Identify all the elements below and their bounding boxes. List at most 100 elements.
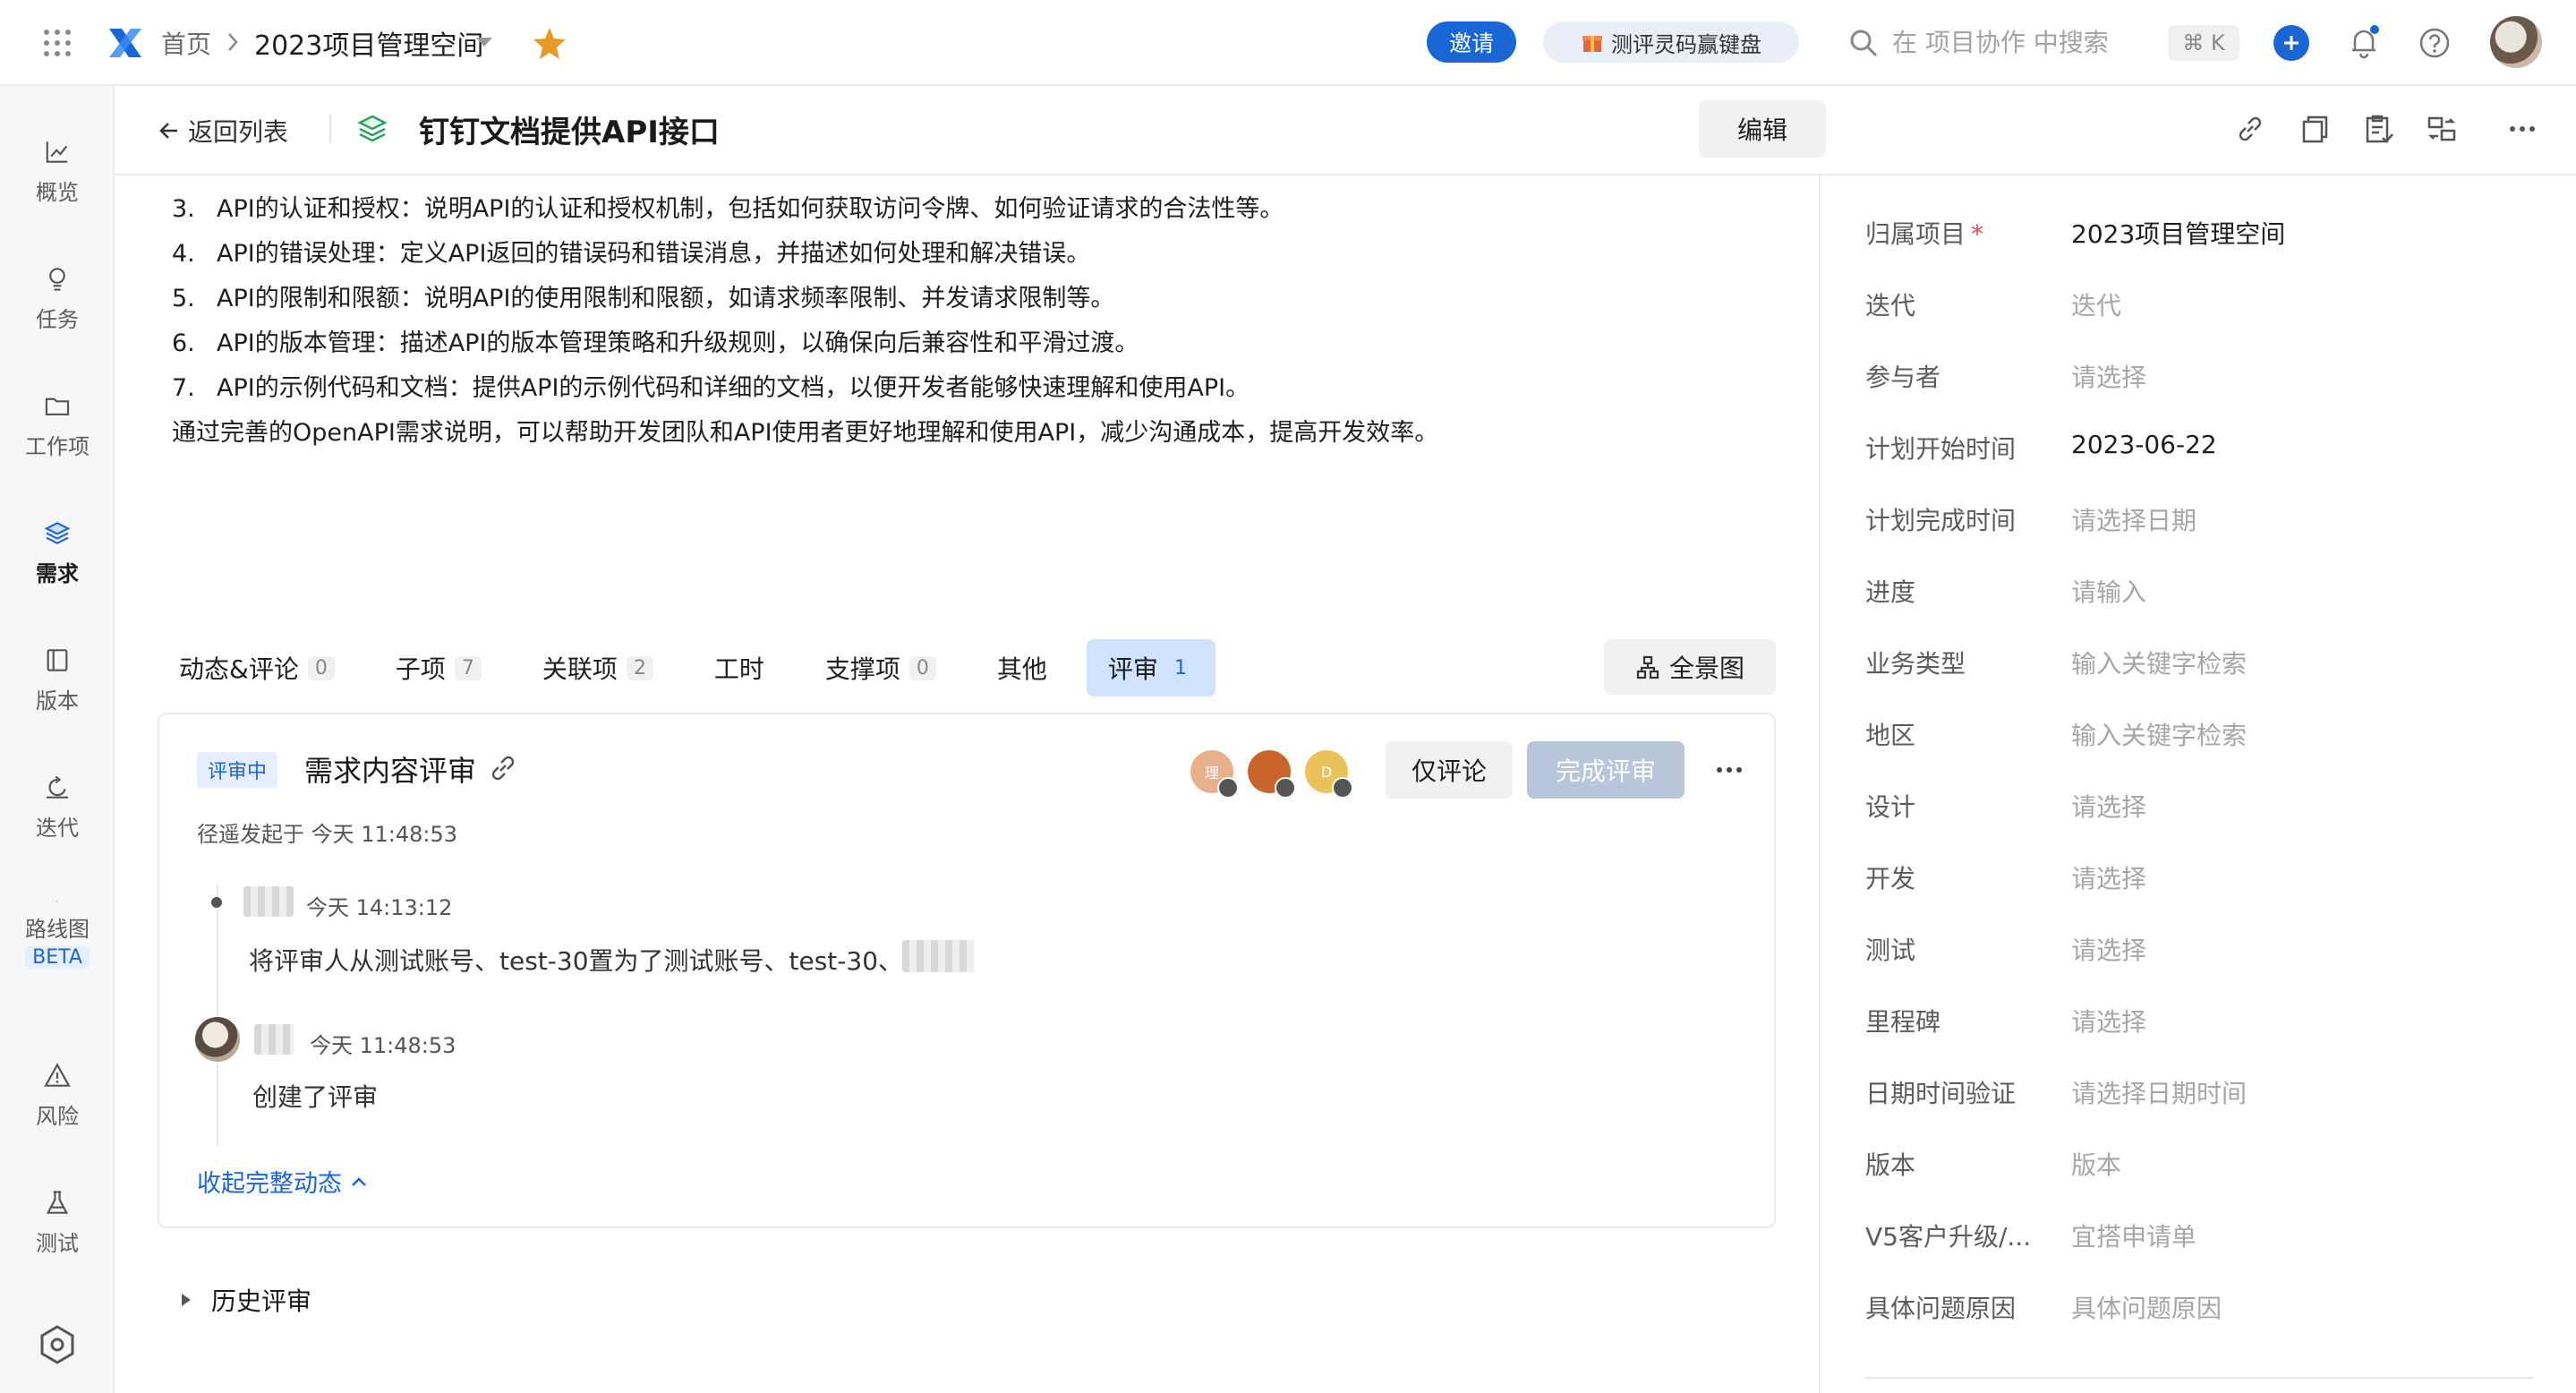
settings-icon[interactable] bbox=[34, 1321, 81, 1368]
folder-icon bbox=[45, 397, 70, 416]
caret-down-icon[interactable] bbox=[474, 36, 494, 48]
nav-label: 版本 bbox=[36, 688, 79, 714]
tab-worktime[interactable]: 工时 bbox=[693, 639, 786, 696]
convert-icon[interactable] bbox=[2424, 111, 2460, 147]
field-value[interactable]: 请选择日期 bbox=[2071, 501, 2196, 537]
search-icon bbox=[1850, 30, 1878, 57]
plus-icon bbox=[2284, 36, 2299, 50]
clock-icon bbox=[1332, 777, 1353, 799]
field-value[interactable]: 版本 bbox=[2071, 1146, 2121, 1182]
space-name[interactable]: 2023项目管理空间 bbox=[254, 23, 483, 63]
field-value[interactable]: 迭代 bbox=[2071, 286, 2121, 322]
bell-icon[interactable] bbox=[2345, 23, 2383, 61]
clock-icon bbox=[1275, 777, 1296, 799]
right-panel-divider bbox=[1819, 174, 1821, 1393]
field-label: 开发 bbox=[1865, 864, 1916, 893]
nav-label: 任务 bbox=[36, 307, 79, 332]
list-item: 6. API的版本管理：描述API的版本管理策略和升级规则，以确保向后兼容性和平滑… bbox=[172, 329, 1139, 357]
collapse-activity-link[interactable]: 收起完整动态 bbox=[197, 1164, 369, 1199]
field-label: 地区 bbox=[1865, 721, 1916, 750]
tab-review[interactable]: 评审 1 bbox=[1086, 639, 1215, 696]
field-label: 计划完成时间 bbox=[1865, 506, 2017, 535]
chart-line-icon bbox=[46, 141, 68, 163]
field-label: 归属项目 * bbox=[1865, 219, 1984, 249]
link-icon[interactable] bbox=[487, 752, 519, 784]
gift-icon bbox=[1582, 36, 1602, 52]
comment-only-button[interactable]: 仅评论 bbox=[1386, 741, 1513, 799]
event-time: 今天 11:48:53 bbox=[310, 1033, 456, 1058]
history-review-toggle[interactable]: 历史评审 bbox=[179, 1282, 311, 1318]
field-value[interactable]: 具体问题原因 bbox=[2071, 1289, 2222, 1325]
nav-label: 需求 bbox=[36, 561, 79, 586]
reviewer-avatar[interactable] bbox=[1248, 750, 1296, 799]
field-value[interactable]: 请选择日期时间 bbox=[2071, 1074, 2247, 1110]
field-value[interactable]: 请选择 bbox=[2071, 1003, 2146, 1038]
link-icon[interactable] bbox=[2232, 111, 2268, 147]
tab-support[interactable]: 支撑项 0 bbox=[804, 639, 958, 696]
edit-button[interactable]: 编辑 bbox=[1699, 100, 1826, 158]
nav-item-testing[interactable]: 测试 bbox=[0, 1149, 115, 1257]
more-icon[interactable] bbox=[2504, 111, 2540, 147]
status-badge: 评审中 bbox=[197, 752, 278, 788]
star-icon[interactable] bbox=[532, 25, 567, 61]
right-panel-bottom-border bbox=[1865, 1377, 2533, 1379]
field-value[interactable]: 请选择 bbox=[2071, 931, 2146, 967]
nav-item-versions[interactable]: 版本 bbox=[0, 607, 115, 714]
overview-map-button[interactable]: 全景图 bbox=[1604, 639, 1776, 695]
field-value[interactable]: 2023-06-22 bbox=[2071, 430, 2217, 459]
field-value[interactable]: 请选择 bbox=[2071, 358, 2146, 394]
tab-count: 0 bbox=[908, 655, 936, 680]
arrow-left-icon bbox=[159, 123, 177, 139]
back-label: 返回列表 bbox=[188, 117, 289, 147]
help-icon[interactable] bbox=[2417, 25, 2452, 61]
nav-item-iterations[interactable]: 迭代 bbox=[0, 734, 115, 842]
nav-label: 工作项 bbox=[25, 434, 90, 459]
tab-activity[interactable]: 动态&评论 0 bbox=[158, 639, 356, 696]
field-value[interactable]: 宜搭申请单 bbox=[2071, 1218, 2196, 1253]
reviewer-avatar[interactable]: 理 bbox=[1190, 750, 1239, 799]
reviewer-avatar[interactable]: D bbox=[1305, 750, 1353, 799]
field-value[interactable]: 请选择 bbox=[2071, 788, 2146, 824]
nav-item-requirements[interactable]: 需求 bbox=[0, 480, 115, 587]
list-item: 3. API的认证和授权：说明API的认证和授权机制，包括如何获取访问令牌、如何验… bbox=[172, 195, 1284, 223]
tab-related[interactable]: 关联项 2 bbox=[521, 639, 675, 696]
list-item: 4. API的错误处理：定义API返回的错误码和错误消息，并描述如何处理和解决错误… bbox=[172, 240, 1091, 268]
field-label: 日期时间验证 bbox=[1865, 1079, 2017, 1108]
bulb-icon bbox=[49, 268, 65, 291]
header-border bbox=[115, 174, 2576, 175]
tab-subitems[interactable]: 子项 7 bbox=[374, 639, 503, 696]
nav-item-overview[interactable]: 概览 bbox=[0, 98, 115, 206]
clock-icon bbox=[1217, 777, 1239, 799]
product-logo-icon[interactable] bbox=[106, 23, 145, 63]
nav-item-tasks[interactable]: 任务 bbox=[0, 226, 115, 333]
field-value[interactable]: 输入关键字检索 bbox=[2071, 645, 2247, 680]
promo-button[interactable]: 测评灵码赢键盘 bbox=[1543, 21, 1799, 63]
app-grid-icon[interactable] bbox=[41, 27, 73, 59]
clipboard-check-icon[interactable] bbox=[2361, 111, 2397, 147]
create-button[interactable] bbox=[2273, 25, 2309, 61]
tab-count: 0 bbox=[307, 655, 335, 680]
field-value[interactable]: 2023项目管理空间 bbox=[2071, 215, 2285, 251]
tab-other[interactable]: 其他 bbox=[976, 639, 1069, 696]
field-value[interactable]: 请选择 bbox=[2071, 859, 2146, 895]
field-label: 迭代 bbox=[1865, 291, 1916, 320]
requirement-type-icon bbox=[357, 115, 388, 142]
user-avatar[interactable] bbox=[2490, 16, 2542, 68]
field-value[interactable]: 输入关键字检索 bbox=[2071, 716, 2247, 752]
field-label: 版本 bbox=[1865, 1150, 1916, 1180]
invite-button[interactable]: 邀请 bbox=[1427, 21, 1516, 63]
nav-item-risks[interactable]: 风险 bbox=[0, 1022, 115, 1130]
chevron-up-icon bbox=[352, 1176, 366, 1186]
cycle-icon bbox=[46, 775, 69, 799]
timeline-dot bbox=[211, 897, 222, 908]
nav-item-workitems[interactable]: 工作项 bbox=[0, 353, 115, 460]
field-value[interactable]: 请输入 bbox=[2071, 573, 2146, 609]
more-icon[interactable] bbox=[1711, 754, 1747, 786]
breadcrumb-home[interactable]: 首页 bbox=[161, 25, 211, 61]
search-input[interactable] bbox=[1892, 20, 2161, 64]
back-to-list-link[interactable]: 返回列表 bbox=[158, 113, 288, 149]
nav-item-roadmap[interactable]: 路线图 BETA bbox=[0, 861, 115, 969]
complete-review-button[interactable]: 完成评审 bbox=[1527, 741, 1685, 799]
copy-icon[interactable] bbox=[2297, 111, 2333, 147]
requirement-description: 3. API的认证和授权：说明API的认证和授权机制，包括如何获取访问令牌、如何验… bbox=[172, 192, 1783, 460]
